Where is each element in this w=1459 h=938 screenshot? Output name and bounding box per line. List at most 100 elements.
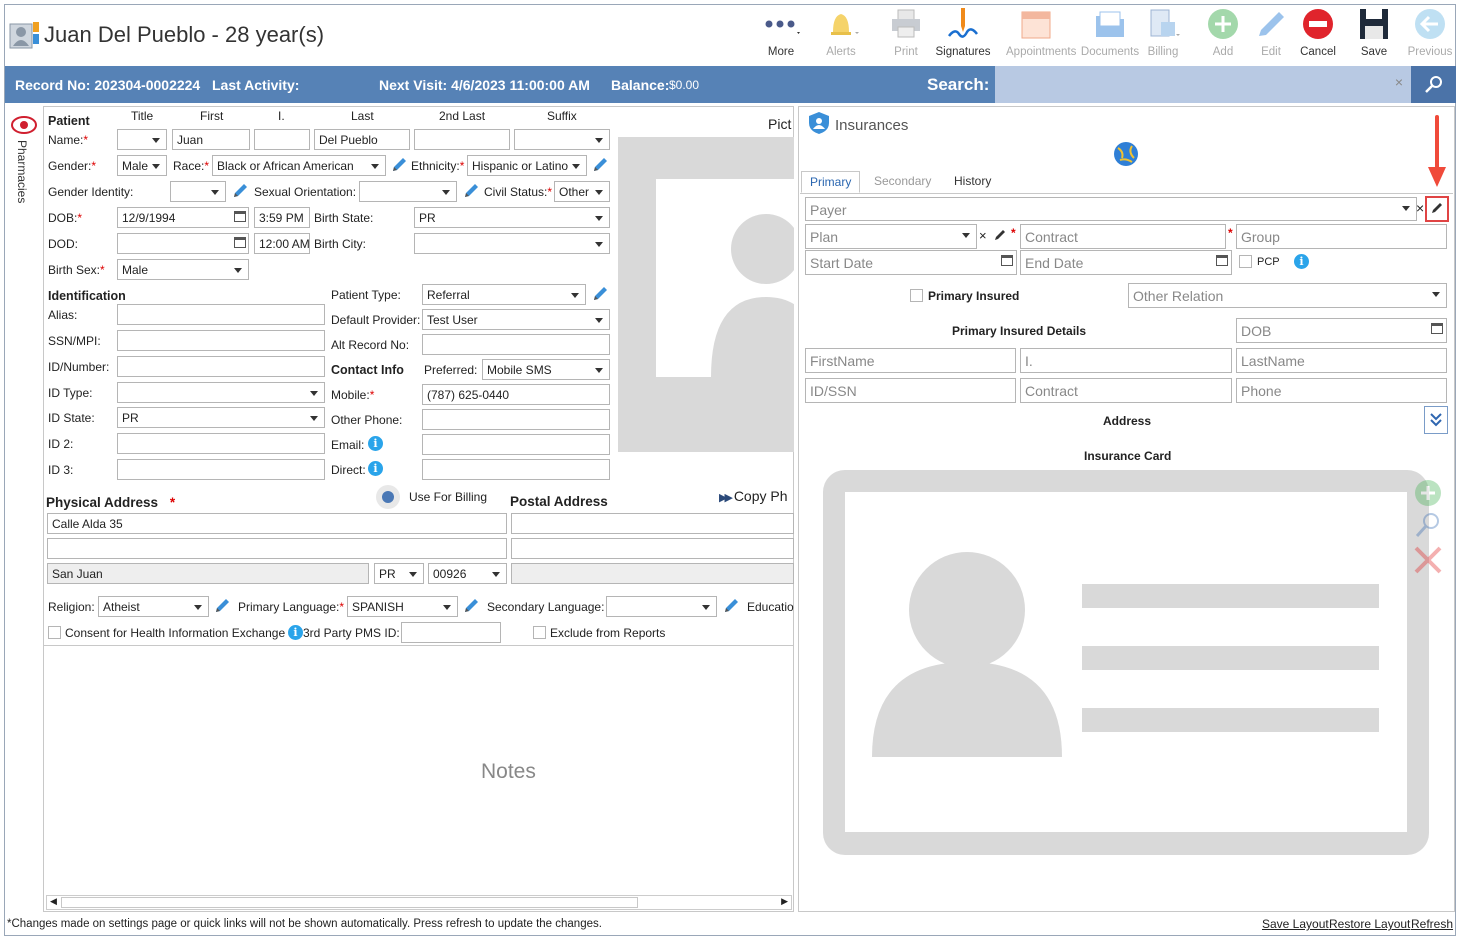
primary-language-select[interactable]: SPANISH — [347, 596, 458, 617]
postal-city-input[interactable] — [511, 563, 794, 584]
email-info-icon[interactable]: i — [368, 436, 383, 451]
insured-lastname-input[interactable]: LastName — [1236, 348, 1447, 373]
dob-time-input[interactable]: 3:59 PM — [254, 207, 310, 228]
gender-identity-select[interactable] — [170, 181, 226, 202]
last-name-input[interactable]: Del Pueblo — [314, 129, 410, 150]
insurance-card-placeholder[interactable] — [823, 470, 1429, 855]
patient-type-select[interactable]: Referral — [422, 284, 586, 305]
toolbar-more-button[interactable]: More — [751, 6, 811, 58]
gender-select[interactable]: Male — [117, 155, 167, 176]
id3-input[interactable] — [117, 459, 325, 480]
pharmacies-tab[interactable]: Pharmacies — [6, 110, 40, 220]
payer-clear-icon[interactable]: × — [1416, 200, 1424, 216]
suffix-select[interactable] — [514, 129, 610, 150]
postal-line1-input[interactable] — [511, 513, 794, 534]
patient-type-edit-pencil-icon[interactable] — [592, 286, 608, 302]
toolbar-save-button[interactable]: Save — [1344, 6, 1404, 58]
second-last-input[interactable] — [414, 129, 510, 150]
plan-clear-icon[interactable]: × — [979, 228, 987, 243]
dob-calendar-icon[interactable] — [234, 211, 246, 222]
dob-input[interactable]: 12/9/1994 — [117, 207, 249, 228]
consent-checkbox[interactable] — [48, 626, 61, 639]
religion-select[interactable]: Atheist — [98, 596, 209, 617]
group-input[interactable]: Group — [1236, 224, 1447, 249]
primary-insured-checkbox[interactable] — [910, 289, 923, 302]
scroll-left-icon[interactable]: ◀ — [50, 896, 57, 907]
ethnicity-edit-pencil-icon[interactable] — [592, 157, 608, 173]
search-button[interactable] — [1411, 66, 1456, 103]
zoom-card-icon[interactable] — [1413, 510, 1443, 540]
ssn-input[interactable] — [117, 330, 325, 351]
preferred-contact-select[interactable]: Mobile SMS — [482, 359, 610, 380]
payer-select[interactable]: Payer — [805, 197, 1417, 221]
physical-line1-input[interactable]: Calle Alda 35 — [47, 513, 507, 534]
dod-time-input[interactable]: 12:00 AM — [254, 233, 310, 254]
pcp-info-icon[interactable]: i — [1294, 254, 1309, 269]
primary-language-edit-pencil-icon[interactable] — [463, 598, 479, 614]
secondary-language-select[interactable] — [606, 596, 717, 617]
race-select[interactable]: Black or African American — [212, 155, 386, 176]
tab-history[interactable]: History — [946, 171, 999, 193]
other-phone-input[interactable] — [422, 409, 610, 430]
start-date-input[interactable]: Start Date — [805, 250, 1017, 275]
toolbar-billing-button[interactable]: Billing — [1133, 6, 1193, 58]
horizontal-scrollbar[interactable]: ◀ ▶ — [46, 895, 792, 910]
insured-idssn-input[interactable]: ID/SSN — [805, 378, 1016, 403]
id-type-select[interactable] — [117, 382, 325, 403]
other-relation-select[interactable]: Other Relation — [1128, 283, 1447, 308]
physical-zip-select[interactable]: 00926 — [428, 563, 507, 584]
delete-card-icon[interactable] — [1413, 545, 1443, 575]
title-select[interactable] — [117, 129, 167, 150]
toolbar-appointments-button[interactable]: Appointments — [1006, 6, 1076, 58]
secondary-language-edit-pencil-icon[interactable] — [723, 598, 739, 614]
alias-input[interactable] — [117, 304, 325, 325]
toolbar-previous-button[interactable]: Previous — [1400, 6, 1459, 58]
direct-input[interactable] — [422, 459, 610, 480]
consent-info-icon[interactable]: i — [288, 625, 303, 640]
mobile-input[interactable]: (787) 625-0440 — [422, 384, 610, 405]
email-input[interactable] — [422, 434, 610, 455]
physical-state-select[interactable]: PR — [374, 563, 424, 584]
id-state-select[interactable]: PR — [117, 407, 325, 428]
third-party-input[interactable] — [401, 622, 501, 643]
payer-edit-button[interactable] — [1425, 196, 1449, 222]
start-date-calendar-icon[interactable] — [1001, 255, 1013, 266]
expand-address-button[interactable] — [1424, 406, 1448, 434]
end-date-input[interactable]: End Date — [1020, 250, 1232, 275]
race-edit-pencil-icon[interactable] — [391, 157, 407, 173]
pcp-checkbox[interactable] — [1239, 255, 1252, 268]
insured-initial-input[interactable]: I. — [1020, 348, 1232, 373]
birth-sex-select[interactable]: Male — [117, 259, 249, 280]
sexual-orientation-edit-pencil-icon[interactable] — [463, 183, 479, 199]
exclude-reports-checkbox[interactable] — [533, 626, 546, 639]
id-number-input[interactable] — [117, 356, 325, 377]
toolbar-print-button[interactable]: Print — [876, 6, 936, 58]
tab-secondary[interactable]: Secondary — [866, 171, 939, 193]
postal-line2-input[interactable] — [511, 538, 794, 559]
birth-state-select[interactable]: PR — [414, 207, 610, 228]
direct-info-icon[interactable]: i — [368, 461, 383, 476]
alt-record-input[interactable] — [422, 334, 610, 355]
insured-dob-calendar-icon[interactable] — [1431, 323, 1443, 334]
refresh-link[interactable]: Refresh — [1411, 917, 1453, 931]
add-card-icon[interactable] — [1413, 478, 1443, 508]
default-provider-select[interactable]: Test User — [422, 309, 610, 330]
first-name-input[interactable]: Juan — [172, 129, 250, 150]
clear-search-icon[interactable]: × — [1395, 74, 1403, 90]
civil-status-select[interactable]: Other — [554, 181, 610, 202]
sexual-orientation-select[interactable] — [359, 181, 457, 202]
restore-layout-link[interactable]: Restore Layout — [1329, 917, 1410, 931]
save-layout-link[interactable]: Save Layout — [1262, 917, 1329, 931]
contract-input[interactable]: Contract — [1020, 224, 1226, 249]
use-for-billing-radio[interactable] — [376, 485, 400, 509]
copy-physical-link[interactable]: ▶▶ Copy Ph — [719, 488, 788, 504]
insured-dob-input[interactable]: DOB — [1236, 318, 1447, 343]
toolbar-alerts-button[interactable]: Alerts — [811, 6, 871, 58]
end-date-calendar-icon[interactable] — [1216, 255, 1228, 266]
dod-input[interactable] — [117, 233, 249, 254]
ethnicity-select[interactable]: Hispanic or Latino — [467, 155, 587, 176]
id2-input[interactable] — [117, 433, 325, 454]
birth-city-select[interactable] — [414, 233, 610, 254]
scroll-right-icon[interactable]: ▶ — [781, 896, 788, 907]
gender-identity-edit-pencil-icon[interactable] — [232, 183, 248, 199]
